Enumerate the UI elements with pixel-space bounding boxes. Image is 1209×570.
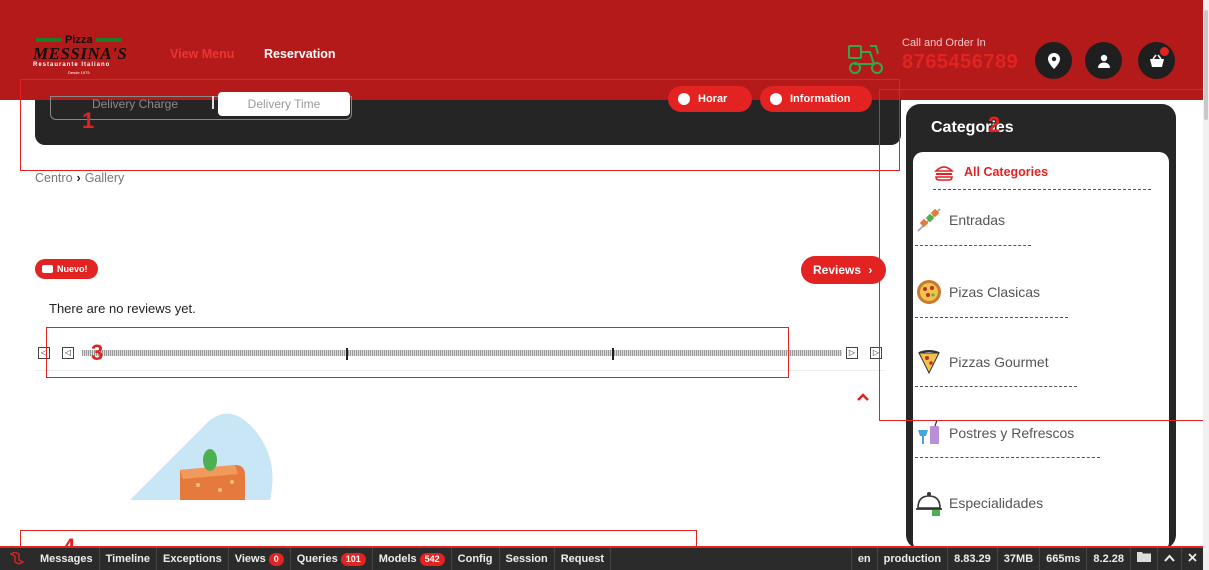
debug-tab-config[interactable]: Config [452, 548, 500, 570]
user-button[interactable] [1085, 42, 1122, 79]
page-scrollbar-thumb[interactable] [1204, 10, 1208, 120]
logo-line4: Desde 1975 [68, 70, 90, 75]
no-reviews-text: There are no reviews yet. [49, 301, 196, 316]
cloche-icon [915, 489, 943, 517]
page: Pizza MESSINA'S Restaurante Italiano Des… [0, 0, 1209, 570]
debug-time: 665ms [1039, 548, 1086, 570]
debug-count-badge: 542 [419, 553, 445, 566]
reviews-label: Reviews [813, 263, 862, 277]
debug-tab-label: Session [505, 553, 548, 565]
breadcrumb-current: Gallery [84, 171, 125, 185]
logo-line3: Restaurante Italiano [33, 62, 111, 68]
debug-locale: en [850, 548, 877, 570]
annotation-label: 2 [988, 112, 1001, 137]
debug-tab-label: Messages [40, 553, 93, 565]
annotation-box [20, 79, 900, 171]
breadcrumb-home[interactable]: Centro [35, 171, 73, 185]
cart-badge [1160, 47, 1169, 56]
nav-view-menu[interactable]: View Menu [170, 47, 234, 61]
location-icon [1047, 52, 1060, 69]
category-postres-refrescos[interactable]: Postres y Refrescos [915, 419, 1074, 447]
debug-tab-label: Models [378, 553, 417, 565]
debug-tab-queries[interactable]: Queries 101 [291, 548, 373, 570]
debug-tab-label: Exceptions [163, 553, 222, 565]
scroll-next-icon[interactable]: ▷ [846, 347, 858, 359]
cart-button[interactable] [1138, 42, 1175, 79]
debug-tab-timeline[interactable]: Timeline [100, 548, 158, 570]
debug-count-badge: 101 [340, 553, 366, 566]
call-label: Call and Order In [902, 37, 986, 49]
category-especialidades[interactable]: Especialidades [915, 489, 1043, 517]
chevron-right-icon: › [76, 171, 81, 185]
debug-php: 8.2.28 [1086, 548, 1130, 570]
debug-tab-label: Request [560, 553, 605, 565]
annotation-box [46, 327, 789, 378]
annotation-label: 3 [91, 340, 104, 365]
debug-tab-label: Config [457, 553, 493, 565]
category-label: Especialidades [949, 495, 1044, 511]
debug-tab-request[interactable]: Request [555, 548, 612, 570]
debug-env: production [876, 548, 947, 570]
debug-version: 8.83.29 [947, 548, 997, 570]
logo-line2: MESSINA'S [33, 44, 128, 63]
debug-tab-session[interactable]: Session [500, 548, 555, 570]
breadcrumb: Centro › Gallery [35, 171, 124, 185]
debug-tab-views[interactable]: Views 0 [229, 548, 291, 570]
annotation-box [879, 89, 1204, 421]
debug-tab-messages[interactable]: Messages [34, 548, 100, 570]
tag-icon [42, 265, 53, 273]
logo[interactable]: Pizza MESSINA'S Restaurante Italiano Des… [33, 34, 153, 76]
divider [915, 457, 1100, 458]
chevron-up-icon[interactable] [1157, 548, 1181, 570]
scooter-icon [848, 45, 883, 74]
location-button[interactable] [1035, 42, 1072, 79]
reviews-button[interactable]: Reviews › [801, 256, 886, 284]
chevron-right-icon: › [868, 263, 873, 277]
debug-tab-label: Views [234, 553, 266, 565]
food-illustration [130, 413, 273, 500]
annotation-label: 1 [82, 108, 95, 133]
debug-memory: 37MB [996, 548, 1039, 570]
category-label: Postres y Refrescos [949, 425, 1075, 441]
debug-count-badge: 0 [268, 553, 284, 566]
nuevo-badge: Nuevo! [35, 259, 98, 279]
user-icon [1097, 54, 1110, 68]
laravel-logo-icon[interactable] [0, 548, 34, 570]
debug-tab-label: Timeline [105, 553, 151, 565]
debug-bar: Messages Timeline Exceptions Views 0 Quer… [0, 546, 1203, 570]
nuevo-label: Nuevo! [57, 264, 88, 274]
call-number[interactable]: 8765456789 [902, 51, 1018, 74]
debug-tab-exceptions[interactable]: Exceptions [157, 548, 229, 570]
folder-icon[interactable] [1130, 548, 1157, 570]
debug-status: en production 8.83.29 37MB 665ms 8.2.28 [850, 548, 1203, 570]
debug-tab-label: Queries [296, 553, 338, 565]
drink-icon [915, 419, 943, 447]
chevron-up-icon[interactable] [856, 392, 870, 402]
debug-tab-models[interactable]: Models 542 [373, 548, 452, 570]
nav-reservation[interactable]: Reservation [264, 47, 336, 61]
close-icon[interactable] [1181, 548, 1203, 570]
